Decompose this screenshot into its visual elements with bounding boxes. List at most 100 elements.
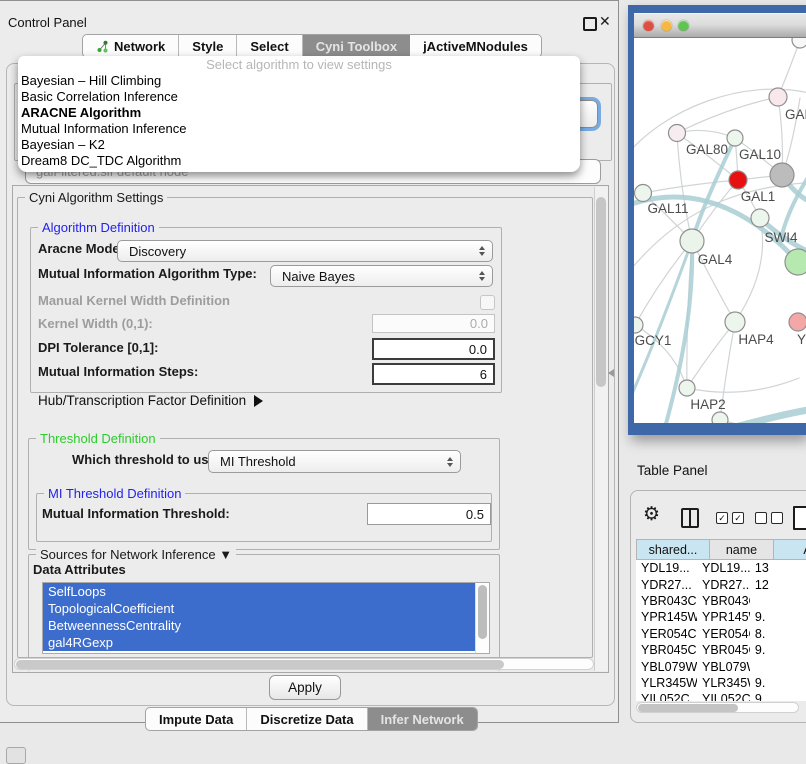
sources-group-title[interactable]: Sources for Network Inference ▼ bbox=[36, 547, 236, 562]
attribute-item[interactable]: SelfLoops bbox=[43, 583, 489, 600]
table-cell: 9. bbox=[750, 643, 806, 657]
zoom-window-icon[interactable] bbox=[678, 20, 689, 31]
mi-type-combo[interactable]: Naive Bayes bbox=[270, 265, 493, 287]
minimize-window-icon[interactable] bbox=[661, 20, 672, 31]
network-node-gal1[interactable] bbox=[729, 171, 747, 189]
aracne-mode-combo[interactable]: Discovery bbox=[117, 240, 493, 262]
table-header-row: shared...nameA bbox=[636, 539, 806, 560]
network-node[interactable] bbox=[785, 249, 806, 275]
network-node-gcy1[interactable] bbox=[634, 317, 643, 333]
network-node-gal[interactable] bbox=[769, 88, 787, 106]
close-panel-icon[interactable]: ✕ bbox=[599, 13, 611, 30]
deselect-all-columns-icon[interactable] bbox=[755, 512, 783, 524]
algorithm-option[interactable]: Mutual Information Inference bbox=[18, 121, 580, 137]
table-cell: YDL19... bbox=[636, 561, 697, 575]
network-edge[interactable] bbox=[687, 322, 735, 388]
table-row[interactable]: YER054CYER054C8. bbox=[636, 626, 806, 642]
network-view-window[interactable]: GALGAL80GAL10GAL1GAL11SWI4GAL4GCY1HAP4YH… bbox=[628, 5, 806, 435]
manual-kernel-label: Manual Kernel Width Definition bbox=[38, 293, 230, 308]
float-panel-icon[interactable] bbox=[583, 17, 597, 31]
table-column-header[interactable]: A bbox=[774, 539, 806, 560]
node-label: Y bbox=[797, 332, 806, 347]
network-edge[interactable] bbox=[735, 218, 763, 322]
algorithm-option[interactable]: Bayesian – Hill Climbing bbox=[18, 73, 580, 89]
gear-icon[interactable]: ⚙ bbox=[643, 505, 660, 524]
attribute-item[interactable]: TopologicalCoefficient bbox=[43, 600, 489, 617]
network-node-hap2[interactable] bbox=[679, 380, 695, 396]
tab-jactivemnodules[interactable]: jActiveMNodules bbox=[410, 35, 541, 57]
settings-vertical-scrollbar-thumb[interactable] bbox=[596, 197, 606, 387]
tab-label: Style bbox=[192, 39, 223, 54]
attributes-scrollbar-thumb[interactable] bbox=[478, 585, 487, 639]
attribute-item[interactable]: BetweennessCentrality bbox=[43, 617, 489, 634]
network-edge[interactable] bbox=[635, 241, 692, 325]
attributes-scrollbar[interactable] bbox=[475, 583, 489, 653]
table-row[interactable]: YBR045CYBR045C9. bbox=[636, 642, 806, 658]
data-attributes-list[interactable]: SelfLoopsTopologicalCoefficientBetweenne… bbox=[42, 582, 490, 654]
which-threshold-value: MI Threshold bbox=[220, 454, 296, 469]
tab-infer-network[interactable]: Infer Network bbox=[368, 708, 477, 730]
expanded-arrow-icon: ▼ bbox=[219, 547, 232, 562]
tab-label: Cyni Toolbox bbox=[316, 39, 397, 54]
kernel-width-field[interactable] bbox=[372, 314, 495, 333]
screen: { "icons": {"gear":"⚙","check":"✓","coll… bbox=[0, 0, 806, 762]
network-node-gal10[interactable] bbox=[727, 130, 743, 146]
network-edge[interactable] bbox=[677, 97, 778, 133]
document-icon[interactable] bbox=[793, 506, 806, 530]
tab-impute-data[interactable]: Impute Data bbox=[146, 708, 247, 730]
table-row[interactable]: YIL052CYIL052C9 bbox=[636, 691, 806, 701]
network-canvas[interactable]: GALGAL80GAL10GAL1GAL11SWI4GAL4GCY1HAP4YH… bbox=[634, 38, 806, 423]
network-window-titlebar[interactable] bbox=[634, 13, 806, 38]
network-node[interactable] bbox=[712, 412, 728, 423]
table-row[interactable]: YDR27...YDR27...12 bbox=[636, 576, 806, 592]
algorithm-option[interactable]: ARACNE Algorithm bbox=[18, 105, 580, 121]
tab-discretize-data[interactable]: Discretize Data bbox=[247, 708, 367, 730]
manual-kernel-checkbox[interactable] bbox=[480, 295, 495, 310]
hub-definition-toggle[interactable]: Hub/Transcription Factor Definition bbox=[38, 393, 269, 408]
node-label: GCY1 bbox=[635, 333, 672, 348]
split-columns-icon[interactable] bbox=[681, 508, 699, 528]
network-edge[interactable] bbox=[687, 378, 799, 392]
dpi-tolerance-field[interactable] bbox=[372, 338, 495, 360]
cyni-algorithm-settings-title: Cyni Algorithm Settings bbox=[25, 190, 167, 205]
algorithm-option[interactable]: Dream8 DC_TDC Algorithm bbox=[18, 153, 580, 169]
tab-cyni-toolbox[interactable]: Cyni Toolbox bbox=[303, 35, 410, 57]
table-row[interactable]: YBL079WYBL079W bbox=[636, 658, 806, 674]
network-node[interactable] bbox=[770, 163, 794, 187]
threshold-definition-title: Threshold Definition bbox=[36, 431, 160, 446]
network-edge[interactable] bbox=[643, 180, 738, 193]
network-node-gal11[interactable] bbox=[635, 185, 652, 202]
close-window-icon[interactable] bbox=[643, 20, 654, 31]
table-row[interactable]: YBR043CYBR043C bbox=[636, 593, 806, 609]
table-row[interactable]: YPR145WYPR145W9. bbox=[636, 609, 806, 625]
sources-title-text: Sources for Network Inference bbox=[40, 547, 216, 562]
tab-select[interactable]: Select bbox=[237, 35, 302, 57]
table-horizontal-scrollbar-thumb[interactable] bbox=[638, 704, 738, 712]
panel-collapse-arrow-icon[interactable] bbox=[604, 369, 614, 377]
node-label: GAL4 bbox=[698, 252, 733, 267]
attribute-item[interactable]: gal4RGexp bbox=[43, 634, 489, 651]
table-column-header[interactable]: name bbox=[710, 539, 774, 560]
apply-button[interactable]: Apply bbox=[269, 675, 341, 700]
minimized-panel-icon[interactable] bbox=[6, 747, 26, 764]
which-threshold-combo[interactable]: MI Threshold bbox=[208, 450, 461, 473]
table-cell: YER054C bbox=[697, 627, 750, 641]
settings-horizontal-scrollbar-thumb[interactable] bbox=[16, 660, 504, 669]
network-node-swi4[interactable] bbox=[751, 209, 769, 227]
algorithm-option[interactable]: Bayesian – K2 bbox=[18, 137, 580, 153]
mi-threshold-field[interactable] bbox=[367, 503, 491, 525]
network-node-gal80[interactable] bbox=[669, 125, 686, 142]
tab-network[interactable]: Network bbox=[83, 35, 179, 57]
network-node-y[interactable] bbox=[789, 313, 806, 331]
network-node[interactable] bbox=[792, 38, 806, 48]
mi-steps-field[interactable] bbox=[372, 363, 495, 385]
select-all-columns-icon[interactable]: ✓✓ bbox=[716, 512, 744, 524]
algorithm-option[interactable]: Basic Correlation Inference bbox=[18, 89, 580, 105]
table-row[interactable]: YDL19...YDL19...13 bbox=[636, 560, 806, 576]
network-node-hap4[interactable] bbox=[725, 312, 745, 332]
tab-style[interactable]: Style bbox=[179, 35, 237, 57]
table-row[interactable]: YLR345WYLR345W9. bbox=[636, 675, 806, 691]
unchecked-box-icon bbox=[771, 512, 783, 524]
table-column-header[interactable]: shared... bbox=[636, 539, 710, 560]
network-node-gal4[interactable] bbox=[680, 229, 704, 253]
